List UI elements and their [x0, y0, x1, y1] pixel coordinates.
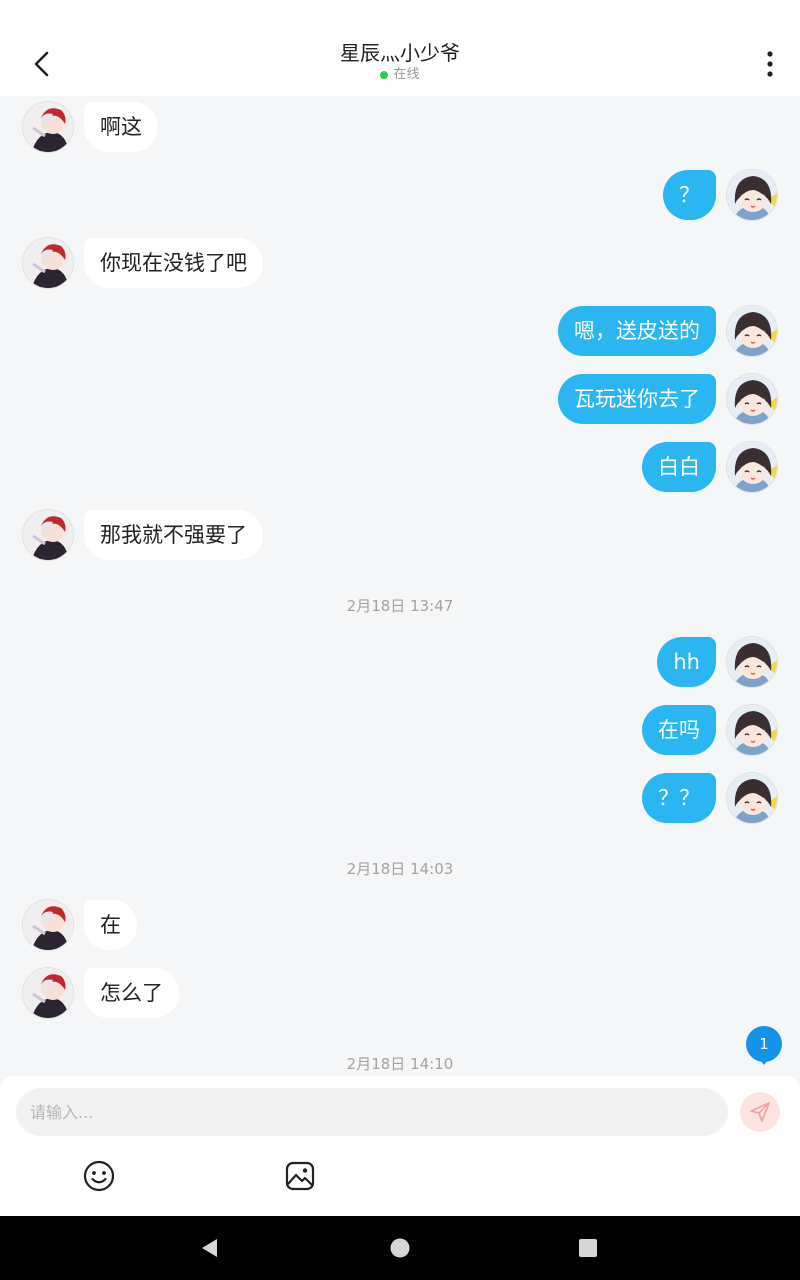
- message-bubble[interactable]: ？: [663, 170, 716, 220]
- message-bubble[interactable]: 嗯，送皮送的: [558, 306, 716, 356]
- message-outgoing: ？: [663, 169, 778, 221]
- message-incoming: 啊这: [22, 101, 158, 153]
- message-bubble[interactable]: hh: [657, 637, 716, 687]
- nav-back-button[interactable]: [178, 1216, 242, 1280]
- contact-avatar[interactable]: [22, 967, 74, 1019]
- chat-title-area: 星辰灬小少爷 在线: [200, 40, 600, 84]
- badge-pointer-icon: [758, 1057, 770, 1065]
- message-outgoing: 白白: [642, 441, 778, 493]
- square-recents-icon: [579, 1239, 597, 1257]
- image-button[interactable]: [282, 1158, 318, 1194]
- message-outgoing: ？？: [642, 772, 778, 824]
- message-bubble[interactable]: 那我就不强要了: [84, 510, 263, 560]
- contact-avatar[interactable]: [22, 237, 74, 289]
- message-outgoing: 在吗: [642, 704, 778, 756]
- message-bubble[interactable]: 在吗: [642, 705, 716, 755]
- message-bubble[interactable]: 白白: [642, 442, 716, 492]
- message-bubble[interactable]: 啊这: [84, 102, 158, 152]
- triangle-back-icon: [202, 1239, 217, 1257]
- more-options-button[interactable]: [752, 42, 788, 86]
- my-avatar[interactable]: [726, 169, 778, 221]
- my-avatar[interactable]: [726, 772, 778, 824]
- send-icon: [750, 1102, 770, 1122]
- my-avatar[interactable]: [726, 441, 778, 493]
- online-status: 在线: [200, 66, 600, 84]
- more-vertical-icon: [767, 51, 773, 77]
- emoji-icon: [83, 1160, 115, 1192]
- my-avatar[interactable]: [726, 704, 778, 756]
- message-composer: [0, 1076, 800, 1216]
- timestamp: 2月18日 14:10: [346, 1055, 454, 1073]
- timestamp: 2月18日 14:03: [346, 860, 454, 878]
- contact-name: 星辰灬小少爷: [340, 41, 460, 65]
- message-outgoing: 嗯，送皮送的: [558, 305, 778, 357]
- nav-recents-button[interactable]: [556, 1216, 620, 1280]
- message-list[interactable]: 啊这 ？ 你现在没钱了吧 嗯，送皮送的 瓦玩迷你去了 白白 那我就不强要了 2月…: [0, 96, 800, 1076]
- message-bubble[interactable]: 你现在没钱了吧: [84, 238, 263, 288]
- circle-home-icon: [390, 1238, 410, 1258]
- message-bubble[interactable]: 瓦玩迷你去了: [558, 374, 716, 424]
- nav-home-button[interactable]: [368, 1216, 432, 1280]
- my-avatar[interactable]: [726, 305, 778, 357]
- message-bubble[interactable]: 在: [84, 900, 137, 950]
- system-nav-bar: [0, 1216, 800, 1280]
- image-icon: [285, 1161, 315, 1191]
- status-text: 在线: [393, 67, 420, 82]
- chevron-left-icon: [34, 51, 49, 77]
- back-button[interactable]: [20, 42, 64, 86]
- my-avatar[interactable]: [726, 373, 778, 425]
- message-outgoing: 瓦玩迷你去了: [558, 373, 778, 425]
- message-incoming: 怎么了: [22, 967, 179, 1019]
- message-bubble[interactable]: ？？: [642, 773, 716, 823]
- send-button[interactable]: [740, 1092, 780, 1132]
- emoji-button[interactable]: [81, 1158, 117, 1194]
- contact-avatar[interactable]: [22, 899, 74, 951]
- my-avatar[interactable]: [726, 636, 778, 688]
- message-input[interactable]: [16, 1088, 728, 1136]
- message-incoming: 那我就不强要了: [22, 509, 263, 561]
- message-incoming: 在: [22, 899, 137, 951]
- contact-avatar[interactable]: [22, 101, 74, 153]
- contact-avatar[interactable]: [22, 509, 74, 561]
- unread-messages-badge[interactable]: 1: [746, 1026, 782, 1065]
- message-bubble[interactable]: 怎么了: [84, 968, 179, 1018]
- chat-header: 星辰灬小少爷 在线: [0, 0, 800, 96]
- online-dot-icon: [380, 71, 389, 79]
- timestamp: 2月18日 13:47: [346, 597, 454, 615]
- message-outgoing: hh: [657, 636, 778, 688]
- message-incoming: 你现在没钱了吧: [22, 237, 263, 289]
